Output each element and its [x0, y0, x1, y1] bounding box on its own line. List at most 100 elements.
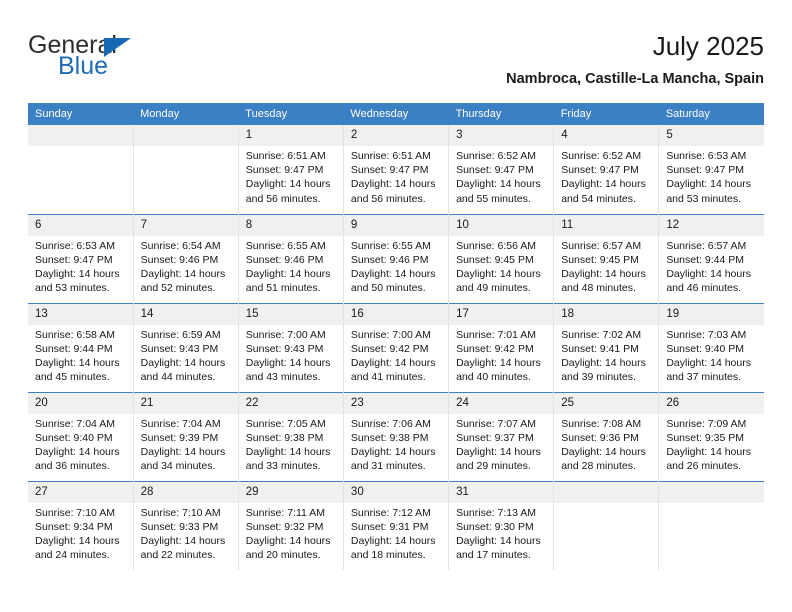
- calendar-cell-empty: [658, 480, 764, 570]
- day-details: [659, 503, 764, 506]
- day-details: Sunrise: 7:06 AM Sunset: 9:38 PM Daylight:…: [344, 414, 448, 474]
- daylight-text-cont: and 52 minutes.: [140, 282, 216, 295]
- day-details: Sunrise: 7:10 AM Sunset: 9:34 PM Daylight:…: [28, 503, 133, 563]
- sunset-text: Sunset: 9:37 PM: [456, 431, 534, 444]
- sunset-text: Sunset: 9:47 PM: [350, 164, 429, 177]
- day-details: Sunrise: 7:01 AM Sunset: 9:42 PM Daylight:…: [449, 325, 553, 385]
- sunset-text: Sunset: 9:47 PM: [35, 253, 113, 266]
- calendar-day-cell[interactable]: 3 Sunrise: 6:52 AM Sunset: 9:47 PM Daylight…: [448, 125, 554, 214]
- sunset-text: Sunset: 9:31 PM: [350, 520, 429, 533]
- calendar-day-cell[interactable]: 28 Sunrise: 7:10 AM Sunset: 9:33 PM Dayligh…: [132, 480, 239, 570]
- sunset-text: Sunset: 9:41 PM: [561, 342, 639, 355]
- sunset-text: Sunset: 9:46 PM: [350, 253, 429, 266]
- calendar-day-cell[interactable]: 29 Sunrise: 7:11 AM Sunset: 9:32 PM Dayligh…: [237, 480, 344, 570]
- daylight-text: Daylight: 14 hours: [666, 178, 751, 191]
- daylight-text-cont: and 17 minutes.: [456, 549, 531, 562]
- calendar-week-row: 6 Sunrise: 6:53 AM Sunset: 9:47 PM Daylight…: [28, 213, 764, 303]
- day-number: 25: [554, 392, 659, 414]
- triangle-icon: [104, 38, 131, 57]
- sunrise-text: Sunrise: 7:02 AM: [561, 328, 642, 341]
- day-number: 31: [449, 481, 554, 503]
- daylight-text-cont: and 53 minutes.: [666, 192, 742, 205]
- calendar-day-cell[interactable]: 12 Sunrise: 6:57 AM Sunset: 9:44 PM Dayligh…: [658, 213, 764, 303]
- logo-text-blue: Blue: [58, 52, 109, 80]
- daylight-text-cont: and 20 minutes.: [245, 549, 321, 562]
- calendar-day-cell[interactable]: 9 Sunrise: 6:55 AM Sunset: 9:46 PM Daylight…: [342, 213, 449, 303]
- day-number: 22: [238, 392, 343, 414]
- calendar-day-cell[interactable]: 19 Sunrise: 7:03 AM Sunset: 9:40 PM Dayligh…: [658, 302, 764, 392]
- calendar-day-cell[interactable]: 4 Sunrise: 6:52 AM Sunset: 9:47 PM Daylight…: [553, 125, 659, 214]
- page-subtitle: Nambroca, Castille-La Mancha, Spain: [506, 71, 764, 87]
- page-header: General Blue July 2025 Nambroca, Castill…: [28, 30, 764, 98]
- sunset-text: Sunset: 9:30 PM: [456, 520, 534, 533]
- calendar-day-cell[interactable]: 8 Sunrise: 6:55 AM Sunset: 9:46 PM Daylight…: [237, 213, 344, 303]
- calendar-day-cell[interactable]: 15 Sunrise: 7:00 AM Sunset: 9:43 PM Dayligh…: [237, 302, 344, 392]
- sunrise-text: Sunrise: 7:13 AM: [456, 506, 537, 519]
- calendar-day-cell[interactable]: 16 Sunrise: 7:00 AM Sunset: 9:42 PM Dayligh…: [342, 302, 449, 392]
- sunrise-text: Sunrise: 6:54 AM: [140, 239, 221, 252]
- day-number: 27: [28, 481, 133, 503]
- sunset-text: Sunset: 9:47 PM: [245, 164, 324, 177]
- weekday-header-monday: Monday: [133, 103, 239, 125]
- calendar-day-cell[interactable]: 26 Sunrise: 7:09 AM Sunset: 9:35 PM Dayligh…: [658, 391, 764, 481]
- calendar-day-cell[interactable]: 25 Sunrise: 7:08 AM Sunset: 9:36 PM Dayligh…: [553, 391, 659, 481]
- daylight-text: Daylight: 14 hours: [666, 445, 751, 458]
- sunrise-text: Sunrise: 6:56 AM: [456, 239, 537, 252]
- sunrise-text: Sunrise: 6:51 AM: [350, 150, 431, 162]
- calendar-day-cell[interactable]: 14 Sunrise: 6:59 AM Sunset: 9:43 PM Dayligh…: [132, 302, 239, 392]
- calendar-week-row: 27 Sunrise: 7:10 AM Sunset: 9:34 PM Dayligh…: [28, 480, 764, 570]
- daylight-text-cont: and 45 minutes.: [35, 371, 110, 384]
- sunset-text: Sunset: 9:46 PM: [245, 253, 324, 266]
- sunrise-text: Sunrise: 7:10 AM: [140, 506, 221, 519]
- calendar-day-cell[interactable]: 11 Sunrise: 6:57 AM Sunset: 9:45 PM Dayligh…: [553, 213, 659, 303]
- daylight-text: Daylight: 14 hours: [35, 267, 120, 280]
- day-number: 29: [238, 481, 343, 503]
- weekday-header-wednesday: Wednesday: [343, 103, 449, 125]
- day-number: 14: [133, 303, 238, 325]
- sunrise-text: Sunrise: 6:52 AM: [561, 150, 642, 162]
- sunset-text: Sunset: 9:47 PM: [666, 164, 744, 177]
- day-details: Sunrise: 6:55 AM Sunset: 9:46 PM Daylight:…: [239, 236, 343, 296]
- calendar-day-cell[interactable]: 24 Sunrise: 7:07 AM Sunset: 9:37 PM Dayligh…: [448, 391, 554, 481]
- daylight-text-cont: and 50 minutes.: [350, 282, 426, 295]
- sunrise-text: Sunrise: 7:05 AM: [245, 417, 326, 430]
- daylight-text-cont: and 39 minutes.: [561, 371, 636, 384]
- calendar-day-cell[interactable]: 10 Sunrise: 6:56 AM Sunset: 9:45 PM Dayligh…: [448, 213, 554, 303]
- daylight-text-cont: and 48 minutes.: [561, 282, 636, 295]
- daylight-text: Daylight: 14 hours: [456, 356, 541, 369]
- day-details: Sunrise: 7:08 AM Sunset: 9:36 PM Daylight:…: [554, 414, 658, 474]
- calendar-day-cell[interactable]: 20 Sunrise: 7:04 AM Sunset: 9:40 PM Dayligh…: [28, 391, 134, 481]
- calendar-day-cell[interactable]: 30 Sunrise: 7:12 AM Sunset: 9:31 PM Dayligh…: [342, 480, 449, 570]
- day-number: 5: [659, 125, 764, 146]
- brand-logo[interactable]: General Blue: [28, 30, 328, 86]
- daylight-text-cont: and 56 minutes.: [350, 192, 426, 205]
- daylight-text-cont: and 24 minutes.: [35, 549, 110, 562]
- day-number: 30: [343, 481, 449, 503]
- calendar-day-cell[interactable]: 31 Sunrise: 7:13 AM Sunset: 9:30 PM Dayligh…: [448, 480, 554, 570]
- calendar-day-cell[interactable]: 22 Sunrise: 7:05 AM Sunset: 9:38 PM Dayligh…: [237, 391, 344, 481]
- calendar-day-cell[interactable]: 6 Sunrise: 6:53 AM Sunset: 9:47 PM Daylight…: [28, 213, 134, 303]
- daylight-text: Daylight: 14 hours: [140, 267, 226, 280]
- calendar-day-cell[interactable]: 18 Sunrise: 7:02 AM Sunset: 9:41 PM Dayligh…: [553, 302, 659, 392]
- calendar-day-cell[interactable]: 2 Sunrise: 6:51 AM Sunset: 9:47 PM Daylight…: [342, 125, 449, 214]
- calendar-day-cell[interactable]: 7 Sunrise: 6:54 AM Sunset: 9:46 PM Daylight…: [132, 213, 239, 303]
- calendar-day-cell[interactable]: 5 Sunrise: 6:53 AM Sunset: 9:47 PM Daylight…: [658, 125, 764, 214]
- calendar-day-cell[interactable]: 1 Sunrise: 6:51 AM Sunset: 9:47 PM Daylight…: [237, 125, 344, 214]
- sunset-text: Sunset: 9:44 PM: [35, 342, 113, 355]
- daylight-text: Daylight: 14 hours: [140, 445, 226, 458]
- sunset-text: Sunset: 9:34 PM: [35, 520, 113, 533]
- day-number: [28, 125, 133, 146]
- calendar-day-cell[interactable]: 21 Sunrise: 7:04 AM Sunset: 9:39 PM Dayligh…: [132, 391, 239, 481]
- day-details: Sunrise: 6:59 AM Sunset: 9:43 PM Daylight:…: [134, 325, 238, 385]
- sunset-text: Sunset: 9:38 PM: [350, 431, 429, 444]
- calendar-day-cell[interactable]: 23 Sunrise: 7:06 AM Sunset: 9:38 PM Dayligh…: [342, 391, 449, 481]
- daylight-text: Daylight: 14 hours: [561, 267, 646, 280]
- calendar-day-cell[interactable]: 17 Sunrise: 7:01 AM Sunset: 9:42 PM Dayligh…: [448, 302, 554, 392]
- calendar-day-cell[interactable]: 13 Sunrise: 6:58 AM Sunset: 9:44 PM Dayligh…: [28, 302, 134, 392]
- calendar-day-cell[interactable]: 27 Sunrise: 7:10 AM Sunset: 9:34 PM Dayligh…: [28, 480, 134, 570]
- daylight-text-cont: and 31 minutes.: [350, 460, 426, 473]
- sunrise-text: Sunrise: 7:10 AM: [35, 506, 115, 519]
- day-number: 7: [133, 214, 238, 236]
- daylight-text-cont: and 41 minutes.: [350, 371, 426, 384]
- daylight-text: Daylight: 14 hours: [350, 178, 436, 191]
